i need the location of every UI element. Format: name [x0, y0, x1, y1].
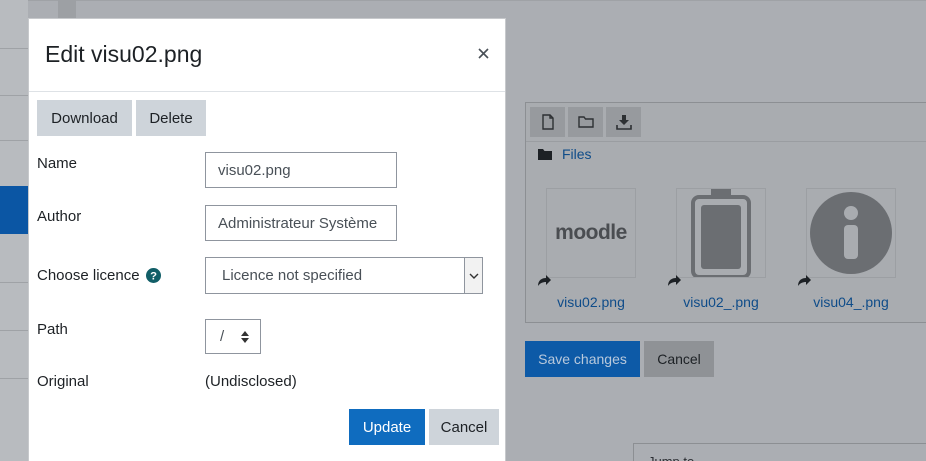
file-name[interactable]: visu02.png [541, 294, 641, 310]
file-thumbnail[interactable] [798, 188, 896, 286]
author-input[interactable]: Administrateur Système [205, 205, 397, 241]
download-button[interactable]: Download [37, 100, 132, 136]
licence-select[interactable]: Licence not specified [205, 257, 483, 294]
file-manager: Files moodle visu02.png visu02_.png visu… [525, 102, 926, 323]
close-button[interactable] [473, 43, 493, 63]
cancel-button[interactable]: Cancel [429, 409, 499, 445]
file-manager-breadcrumb: Files [538, 146, 592, 162]
original-label: Original [37, 373, 89, 390]
top-tab [58, 0, 76, 18]
file-item[interactable]: visu02_.png [668, 188, 771, 310]
chevron-down-icon [469, 273, 478, 279]
file-name[interactable]: visu04_.png [801, 294, 901, 310]
form-cancel-button[interactable]: Cancel [644, 341, 714, 377]
nav-divider [0, 282, 28, 283]
jump-to-select[interactable]: Jump to... [633, 443, 926, 461]
file-thumbnail[interactable] [668, 188, 766, 286]
nav-divider [0, 378, 28, 379]
file-name[interactable]: visu02_.png [671, 294, 771, 310]
nav-divider [0, 95, 28, 96]
add-file-button[interactable] [530, 107, 565, 137]
alias-arrow-icon [538, 275, 551, 286]
file-add-icon [541, 114, 554, 130]
download-icon [615, 115, 632, 130]
file-item[interactable]: visu04_.png [798, 188, 901, 310]
path-select[interactable]: / [205, 319, 261, 354]
file-thumbnail[interactable]: moodle [538, 188, 636, 286]
path-label: Path [37, 321, 68, 338]
edit-file-dialog: Edit visu02.png Download Delete Name vis… [28, 18, 506, 461]
dialog-title: Edit visu02.png [45, 41, 203, 67]
name-input[interactable]: visu02.png [205, 152, 397, 188]
file-item[interactable]: moodle visu02.png [538, 188, 641, 310]
licence-label: Choose licence [37, 267, 140, 284]
delete-button[interactable]: Delete [136, 100, 206, 136]
nav-divider [0, 140, 28, 141]
update-button[interactable]: Update [349, 409, 425, 445]
download-all-button[interactable] [606, 107, 641, 137]
create-folder-button[interactable] [568, 107, 603, 137]
breadcrumb-files-link[interactable]: Files [562, 146, 592, 162]
author-label: Author [37, 208, 82, 225]
moodle-logo: moodle [555, 221, 627, 244]
left-navigation [0, 0, 28, 461]
battery-icon [691, 189, 751, 277]
toolbar-divider [526, 141, 926, 142]
dialog-header: Edit visu02.png [29, 19, 505, 92]
page-top-border [0, 0, 926, 1]
save-changes-button[interactable]: Save changes [525, 341, 640, 377]
sort-arrows-icon [241, 331, 249, 343]
nav-active-item[interactable] [0, 186, 28, 234]
svg-text:?: ? [150, 271, 157, 283]
original-value: (Undisclosed) [205, 373, 297, 390]
info-icon [810, 192, 892, 274]
select-arrow[interactable] [464, 258, 482, 293]
file-manager-toolbar [530, 107, 641, 137]
nav-divider [0, 48, 28, 49]
name-label: Name [37, 155, 78, 172]
licence-selected-value: Licence not specified [222, 267, 363, 284]
alias-arrow-icon [668, 275, 681, 286]
nav-divider [0, 330, 28, 331]
folder-icon [538, 149, 552, 160]
alias-arrow-icon [798, 275, 811, 286]
licence-label-row: Choose licence ? [37, 267, 161, 284]
path-selected-value: / [220, 328, 225, 345]
close-icon [477, 47, 489, 59]
folder-icon [577, 116, 594, 128]
question-circle-icon[interactable]: ? [145, 268, 161, 283]
